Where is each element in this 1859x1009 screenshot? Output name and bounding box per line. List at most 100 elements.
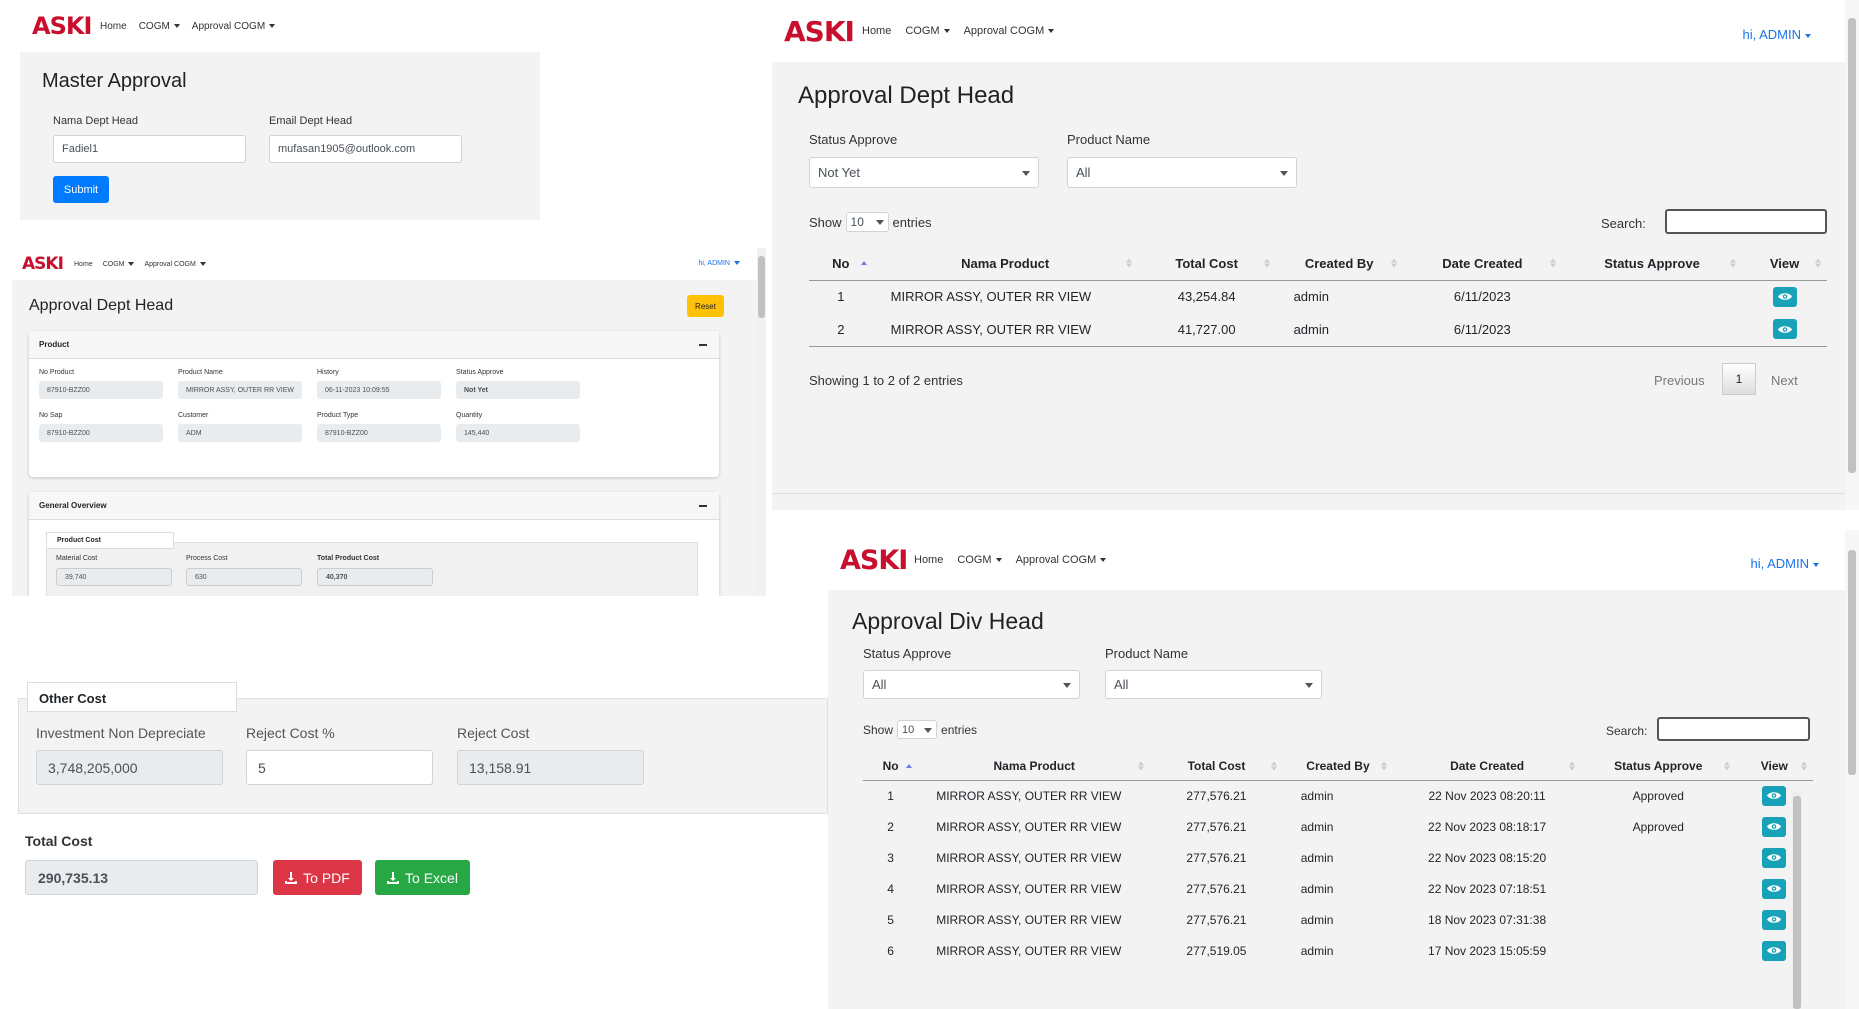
view-button[interactable]	[1772, 286, 1797, 307]
scrollbar[interactable]	[1845, 530, 1859, 1009]
column-header[interactable]: View	[1735, 752, 1813, 781]
user-menu[interactable]: hi, ADMIN	[698, 260, 740, 267]
show-label: Show	[863, 722, 894, 737]
table-cell-no: 2	[887, 819, 894, 834]
search-input[interactable]	[1657, 717, 1810, 741]
nav-cogm[interactable]: COGM	[139, 21, 180, 32]
nav-home[interactable]: Home	[914, 554, 943, 566]
column-header[interactable]: Date Created	[1393, 752, 1581, 781]
chevron-down-icon	[1063, 682, 1071, 688]
nav-home[interactable]: Home	[100, 21, 127, 32]
view-button[interactable]	[1762, 847, 1787, 868]
view-button[interactable]	[1762, 878, 1787, 899]
status-approve-label: Status Approve	[863, 646, 952, 661]
view-button[interactable]	[1762, 816, 1787, 837]
table-cell-name: MIRROR ASSY, OUTER RR VIEW	[872, 313, 1138, 347]
table-row: 2 MIRROR ASSY, OUTER RR VIEW 277,576.21 adm…	[863, 811, 1813, 842]
column-header[interactable]: View	[1742, 247, 1827, 281]
chevron-down-icon	[924, 727, 933, 733]
product-card-header[interactable]: Product	[29, 331, 719, 359]
column-header[interactable]: Status Approve	[1580, 752, 1736, 781]
product-name-select[interactable]: All	[1067, 157, 1297, 188]
status-approve-select[interactable]: Not Yet	[809, 157, 1039, 188]
nav-cogm[interactable]: COGM	[103, 261, 135, 268]
column-header-label: Nama Product	[993, 758, 1075, 773]
scrollbar-thumb[interactable]	[1848, 550, 1856, 775]
to-excel-button[interactable]: To Excel	[375, 860, 470, 895]
scrollbar-thumb[interactable]	[758, 256, 765, 318]
scrollbar[interactable]	[1845, 0, 1859, 510]
product-field-label: Quantity	[456, 412, 483, 419]
column-header[interactable]: Total Cost	[1150, 752, 1283, 781]
nav-home[interactable]: Home	[862, 25, 891, 37]
eye-icon	[1767, 791, 1781, 800]
table-cell-cost: 277,576.21	[1186, 881, 1247, 896]
to-pdf-label: To PDF	[303, 869, 350, 886]
entries-value: 10	[850, 215, 864, 229]
brand-logo[interactable]: ASKI	[32, 12, 92, 40]
table-cell-by: admin	[1300, 788, 1334, 803]
to-pdf-button[interactable]: To PDF	[273, 860, 362, 895]
column-header[interactable]: Nama Product	[872, 247, 1138, 281]
previous-button[interactable]: Previous	[1654, 373, 1705, 388]
column-header[interactable]: Nama Product	[918, 752, 1151, 781]
status-approve-select[interactable]: All	[863, 670, 1080, 699]
table-cell-date: 22 Nov 2023 08:20:11	[1428, 788, 1546, 803]
user-menu[interactable]: hi, ADMIN	[1742, 27, 1811, 42]
view-button[interactable]	[1762, 785, 1787, 806]
page-title: Approval Div Head	[852, 608, 1044, 634]
other-cost-tab[interactable]: Other Cost	[27, 682, 237, 712]
column-header[interactable]: Status Approve	[1561, 247, 1743, 281]
eye-icon	[1778, 292, 1792, 301]
column-header[interactable]: No	[809, 247, 873, 281]
next-button[interactable]: Next	[1771, 373, 1798, 388]
other-cost-field[interactable]: 5	[246, 750, 433, 785]
scrollbar-thumb[interactable]	[1848, 18, 1856, 473]
entries-select[interactable]: 10	[845, 212, 889, 232]
column-header[interactable]: Total Cost	[1137, 247, 1276, 281]
column-header[interactable]: No	[863, 752, 919, 781]
name-field[interactable]: Fadiel1	[53, 135, 246, 163]
table-cell-no: 5	[887, 912, 894, 927]
scrollbar[interactable]	[757, 248, 766, 596]
table-cell-name: MIRROR ASSY, OUTER RR VIEW	[890, 289, 1092, 305]
column-header[interactable]: Created By	[1282, 752, 1394, 781]
nav-home[interactable]: Home	[74, 261, 93, 268]
eye-icon	[1767, 915, 1781, 924]
sort-icon	[1138, 761, 1145, 771]
submit-button[interactable]: Submit	[53, 176, 109, 203]
product-name-select[interactable]: All	[1105, 670, 1322, 699]
nav-approval-cogm[interactable]: Approval COGM	[1016, 554, 1107, 566]
brand-logo[interactable]: ASKI	[22, 254, 66, 274]
email-field[interactable]: mufasan1905@outlook.com	[269, 135, 462, 163]
user-menu[interactable]: hi, ADMIN	[1750, 556, 1819, 571]
nav-cogm[interactable]: COGM	[905, 25, 950, 37]
nav-approval-cogm[interactable]: Approval COGM	[192, 21, 276, 32]
search-label: Search:	[1606, 724, 1648, 738]
collapse-icon[interactable]	[699, 504, 707, 507]
overview-card-header[interactable]: General Overview	[29, 492, 719, 520]
brand-logo[interactable]: ASKI	[840, 545, 908, 576]
reset-button[interactable]: Reset	[687, 295, 724, 317]
page-1-button[interactable]: 1	[1722, 363, 1756, 395]
nav-approval-cogm[interactable]: Approval COGM	[144, 261, 206, 268]
nav-cogm[interactable]: COGM	[957, 554, 1002, 566]
nav-approval-cogm[interactable]: Approval COGM	[964, 25, 1055, 37]
column-header[interactable]: Date Created	[1402, 247, 1562, 281]
view-button[interactable]	[1762, 909, 1787, 930]
collapse-icon[interactable]	[699, 343, 707, 346]
table-scrollbar-thumb[interactable]	[1793, 796, 1801, 1009]
product-field-label: Customer	[178, 412, 209, 419]
table-scrollbar[interactable]	[1792, 792, 1802, 1009]
column-header[interactable]: Created By	[1275, 247, 1403, 281]
product-field-label: Product Type	[317, 412, 359, 419]
brand-logo[interactable]: ASKI	[784, 15, 855, 48]
product-cost-tab[interactable]: Product Cost	[46, 532, 174, 549]
entries-select[interactable]: 10	[897, 720, 938, 739]
view-button[interactable]	[1772, 319, 1797, 340]
view-button[interactable]	[1762, 940, 1787, 961]
table-cell-status: Approved	[1632, 819, 1684, 834]
table-cell-no: 6	[887, 943, 894, 958]
other-cost-label: Reject Cost %	[246, 725, 335, 741]
search-input[interactable]	[1665, 209, 1827, 234]
